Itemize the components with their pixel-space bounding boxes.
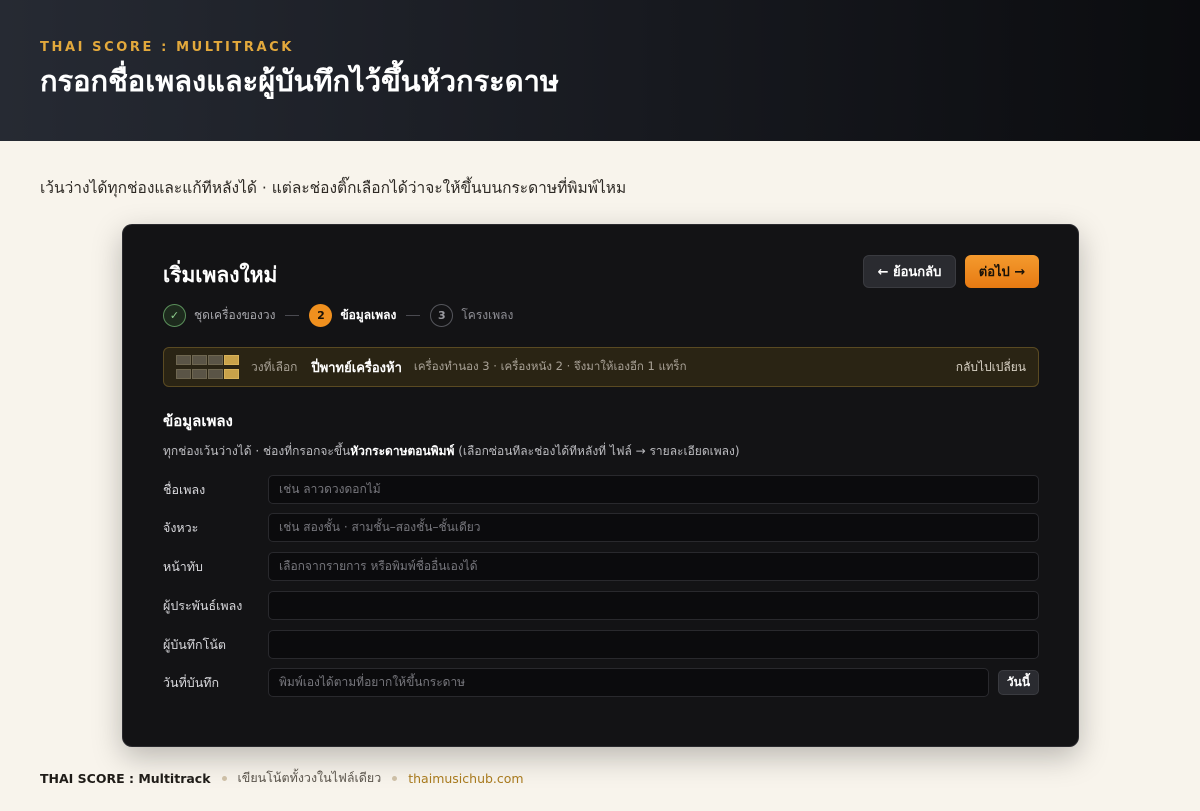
next-button[interactable]: ต่อไป → [965,255,1039,288]
page-subtitle: เว้นว่างได้ทุกช่องและแก้ทีหลังได้ · แต่ล… [40,179,627,197]
step-1-label: ชุดเครื่องของวง [194,307,276,322]
form-row-rhythm: จังหวะ เช่น สองชั้น · สามชั้น–สองชั้น–ชั… [163,513,1039,542]
form-row-natab: หน้าทับ เลือกจากรายการ หรือพิมพ์ชื่ออื่น… [163,552,1039,581]
natab-input[interactable]: เลือกจากรายการ หรือพิมพ์ชื่ออื่นเองได้ [268,552,1039,581]
transcriber-input[interactable] [268,630,1039,659]
date-input[interactable]: พิมพ์เองได้ตามที่อยากให้ขึ้นกระดาษ [268,668,989,697]
footer-brand: THAI SCORE : Multitrack [40,770,211,786]
song-name-label: ชื่อเพลง [163,481,206,497]
date-label: วันที่บันทึก [163,674,220,690]
footer: THAI SCORE : Multitrack เขียนโน้ตทั้งวงใ… [40,768,524,788]
form-row-song-name: ชื่อเพลง เช่น ลาวดวงดอกไม้ [163,475,1039,504]
band-label: วงที่เลือก [251,359,298,374]
page-title: กรอกชื่อเพลงและผู้บันทึกไว้ขึ้นหัวกระดาษ [40,64,559,98]
natab-label: หน้าทับ [163,558,203,574]
step-2-indicator: 2 [309,303,333,327]
change-band-link[interactable]: กลับไปเปลี่ยน [956,358,1026,377]
step-2-label: ข้อมูลเพลง [340,307,397,322]
step-separator [285,314,300,316]
form-row-composer: ผู้ประพันธ์เพลง [163,591,1039,620]
section-title: ข้อมูลเพลง [163,412,233,430]
back-button[interactable]: ← ย้อนกลับ [863,255,956,288]
composer-input[interactable] [268,591,1039,620]
band-description: เครื่องทำนอง 3 · เครื่องหนัง 2 · จึงมาให… [413,359,687,373]
hero-header: THAI SCORE : MULTITRACK กรอกชื่อเพลงและผ… [0,0,1200,141]
step-3-label: โครงเพลง [461,307,514,322]
footer-tagline: เขียนโน้ตทั้งวงในไฟล์เดียว [237,770,382,785]
panel-title: เริ่มเพลงใหม่ [163,263,278,287]
transcriber-label: ผู้บันทึกโน้ต [163,636,226,652]
song-name-input[interactable]: เช่น ลาวดวงดอกไม้ [268,475,1039,504]
today-button[interactable]: วันนี้ [998,670,1039,695]
composer-label: ผู้ประพันธ์เพลง [163,597,243,613]
step-separator [406,314,421,316]
footer-dot [221,775,227,781]
band-tracks-icon [176,355,239,379]
selected-band-banner: วงที่เลือก ปี่พาทย์เครื่องห้า เครื่องทำน… [163,347,1039,387]
new-song-panel: เริ่มเพลงใหม่ ← ย้อนกลับ ต่อไป → ✓ ชุดเค… [122,224,1079,747]
section-note: ทุกช่องเว้นว่างได้ · ช่องที่กรอกจะขึ้นหั… [163,444,740,458]
footer-dot [392,775,398,781]
rhythm-label: จังหวะ [163,519,199,535]
footer-link[interactable]: thaimusichub.com [408,771,523,786]
band-name: ปี่พาทย์เครื่องห้า [311,360,402,376]
form-row-date: วันที่บันทึก พิมพ์เองได้ตามที่อยากให้ขึ้… [163,668,1039,697]
app-eyebrow: THAI SCORE : MULTITRACK [40,40,294,55]
step-1-check-icon: ✓ [163,303,186,327]
step-3-indicator: 3 [430,303,454,327]
stepper: ✓ ชุดเครื่องของวง 2 ข้อมูลเพลง 3 โครงเพล… [163,303,513,327]
form-row-transcriber: ผู้บันทึกโน้ต [163,630,1039,659]
rhythm-input[interactable]: เช่น สองชั้น · สามชั้น–สองชั้น–ชั้นเดียว [268,513,1039,542]
